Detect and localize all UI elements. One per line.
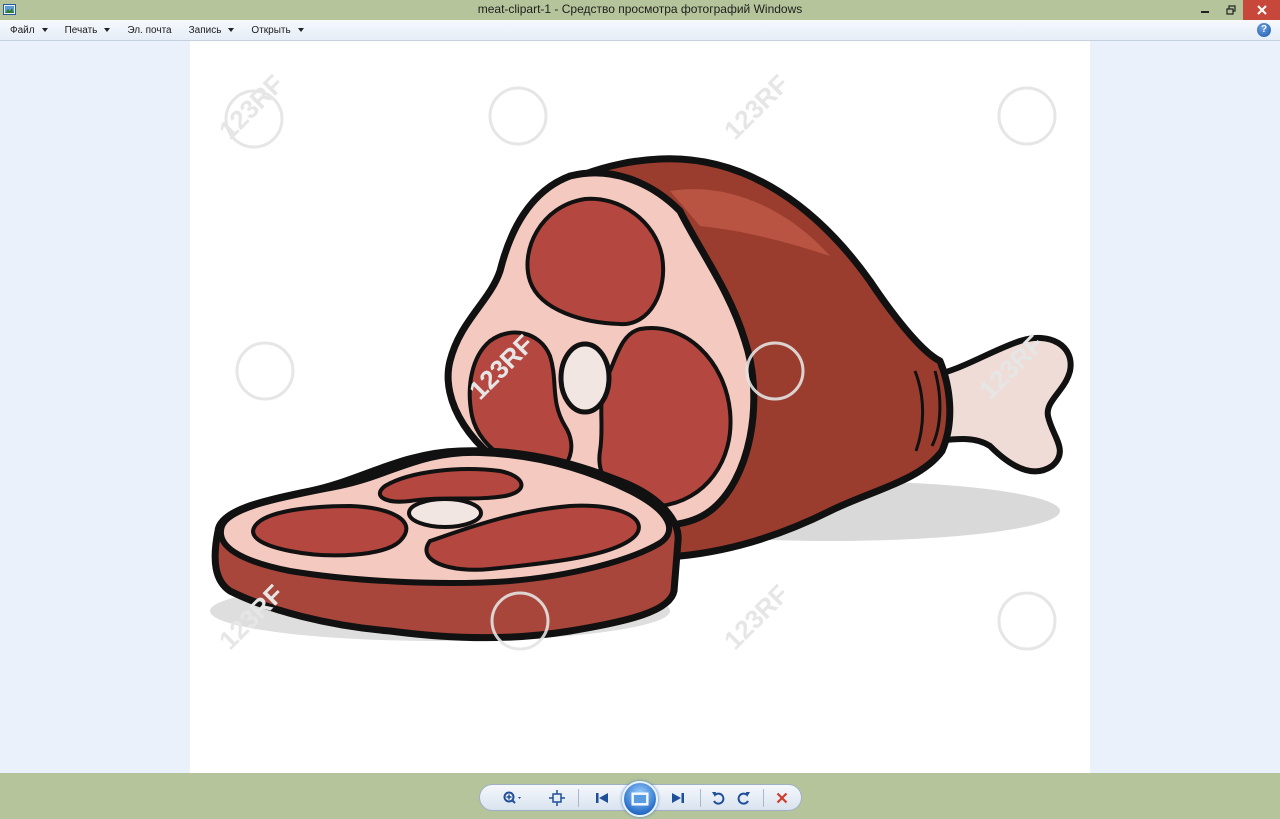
slice-bone-center bbox=[407, 497, 483, 529]
dropdown-arrow-icon bbox=[228, 28, 235, 32]
title-bar: meat-clipart-1 - Средство просмотра фото… bbox=[0, 0, 1280, 20]
restore-button[interactable] bbox=[1218, 0, 1244, 20]
slideshow-icon bbox=[631, 792, 649, 806]
toolbar-separator bbox=[578, 789, 579, 807]
image-viewport: 123RF 123RF 123RF 123RF 123RF 123RF bbox=[0, 41, 1280, 773]
previous-icon bbox=[596, 793, 608, 803]
menu-burn[interactable]: Запись bbox=[179, 20, 242, 41]
ham-bone-center bbox=[558, 341, 612, 415]
ham-illustration: 123RF 123RF 123RF 123RF 123RF 123RF bbox=[210, 69, 1074, 655]
rotate-right-button[interactable] bbox=[734, 787, 754, 809]
menu-file[interactable]: Файл bbox=[0, 20, 55, 41]
delete-button[interactable] bbox=[772, 787, 792, 809]
zoom-button[interactable] bbox=[500, 787, 526, 809]
restore-icon bbox=[1226, 5, 1236, 15]
dropdown-arrow-icon bbox=[104, 28, 111, 32]
toolbar-separator bbox=[700, 789, 701, 807]
menu-bar: Файл Печать Эл. почта Запись Открыть ? bbox=[0, 20, 1280, 41]
minimize-button[interactable] bbox=[1192, 0, 1218, 20]
actual-size-button[interactable] bbox=[546, 787, 568, 809]
rotate-left-button[interactable] bbox=[708, 787, 728, 809]
minimize-icon bbox=[1201, 11, 1209, 13]
menu-email[interactable]: Эл. почта bbox=[117, 20, 178, 41]
toolbar-separator bbox=[763, 789, 764, 807]
close-icon bbox=[1256, 5, 1267, 15]
menu-open-label: Открыть bbox=[251, 24, 291, 36]
next-icon bbox=[672, 793, 684, 803]
window-title: meat-clipart-1 - Средство просмотра фото… bbox=[477, 2, 803, 16]
menu-burn-label: Запись bbox=[188, 24, 222, 36]
dropdown-arrow-icon bbox=[41, 28, 48, 32]
slideshow-button[interactable] bbox=[622, 781, 658, 817]
help-icon[interactable]: ? bbox=[1257, 23, 1271, 37]
dropdown-arrow-icon bbox=[297, 28, 304, 32]
rotate-left-icon bbox=[712, 792, 725, 805]
rotate-right-icon bbox=[737, 792, 750, 805]
menu-file-label: Файл bbox=[10, 24, 35, 36]
navigation-toolbar bbox=[0, 773, 1280, 819]
previous-button[interactable] bbox=[588, 787, 616, 809]
menu-print-label: Печать bbox=[64, 24, 98, 36]
menu-email-label: Эл. почта bbox=[127, 24, 172, 36]
meat-slice bbox=[211, 447, 682, 642]
menu-open[interactable]: Открыть bbox=[241, 20, 310, 41]
menu-print[interactable]: Печать bbox=[55, 20, 118, 41]
next-button[interactable] bbox=[664, 787, 692, 809]
displayed-photo: 123RF 123RF 123RF 123RF 123RF 123RF bbox=[190, 41, 1090, 773]
watermark-text: 123RF bbox=[718, 579, 794, 655]
delete-icon bbox=[776, 792, 788, 804]
fit-window-icon bbox=[549, 790, 565, 806]
close-button[interactable] bbox=[1243, 0, 1280, 20]
watermark-text: 123RF bbox=[718, 69, 794, 145]
zoom-icon bbox=[503, 791, 521, 804]
